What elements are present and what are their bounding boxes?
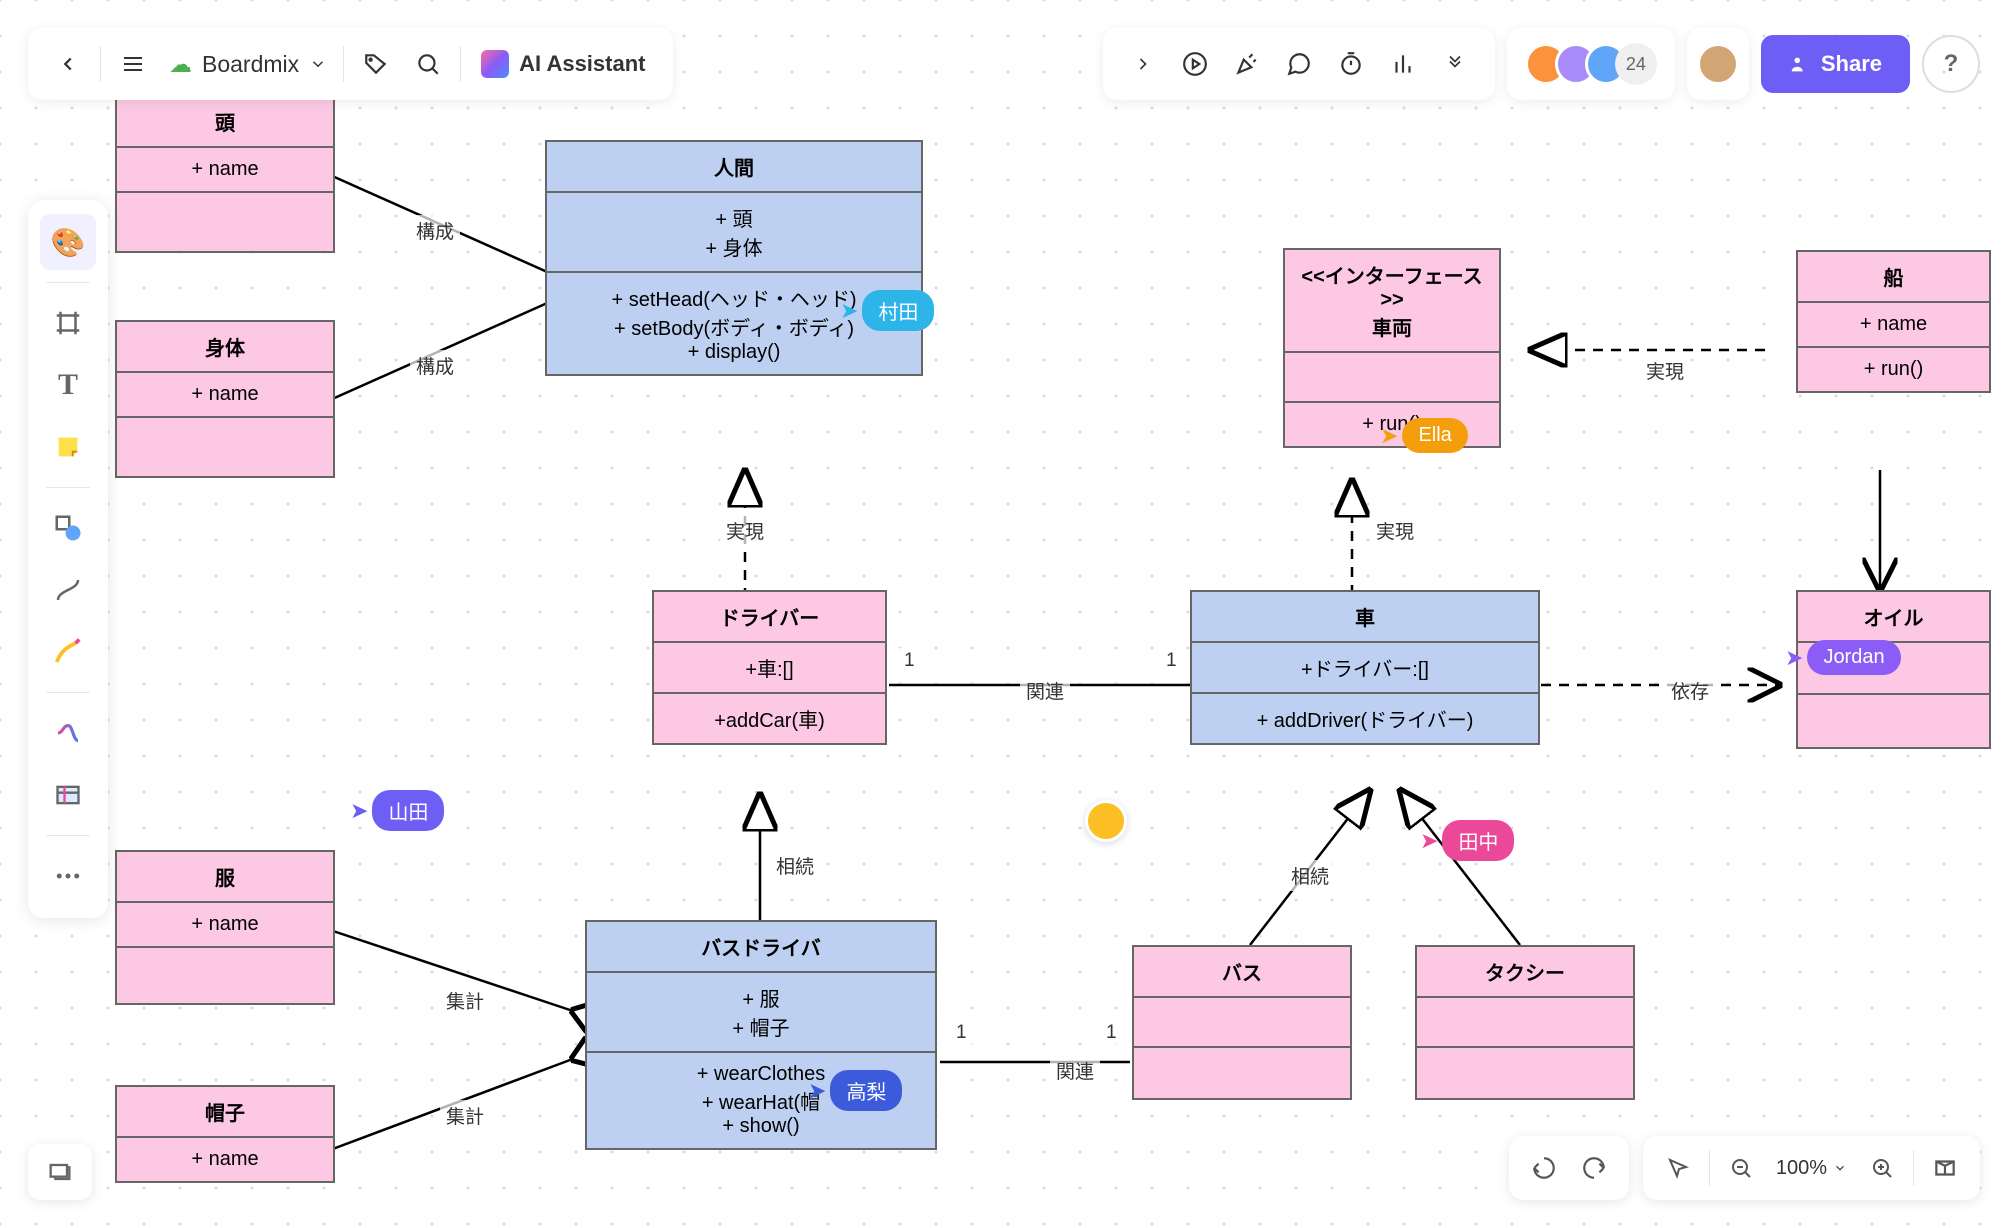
redo-button[interactable]: [1569, 1143, 1619, 1193]
uml-clothes[interactable]: 服 + name: [115, 850, 335, 1005]
ai-logo-icon: [481, 50, 509, 78]
connector-tool[interactable]: [40, 562, 96, 618]
floating-avatar: [1085, 800, 1127, 842]
comment-button[interactable]: [1273, 38, 1325, 90]
cursor-takanashi: ➤高梨: [808, 1070, 902, 1111]
cursor-jordan: ➤Jordan: [1785, 640, 1901, 675]
uml-title: 頭: [117, 97, 333, 148]
share-icon: [1789, 53, 1811, 75]
collaborators[interactable]: 24: [1525, 43, 1657, 85]
uml-driver[interactable]: ドライバー +車:[] +addCar(車): [652, 590, 887, 745]
frame-tool[interactable]: [40, 295, 96, 351]
bottombar: 100%: [1509, 1136, 1980, 1200]
current-user-avatar[interactable]: [1697, 43, 1739, 85]
confetti-button[interactable]: [1221, 38, 1273, 90]
more-tools-button[interactable]: [1429, 38, 1481, 90]
label-inherit: 相続: [770, 850, 820, 881]
label-depend: 依存: [1665, 675, 1715, 706]
uml-attr: + name: [117, 148, 333, 193]
text-tool[interactable]: T: [40, 357, 96, 413]
play-button[interactable]: [1169, 38, 1221, 90]
board-title[interactable]: ☁Boardmix: [159, 51, 337, 78]
zoom-level[interactable]: 100%: [1766, 1157, 1857, 1180]
chevron-down-icon: [309, 55, 327, 73]
cursor-ella: ➤Ella: [1380, 418, 1468, 453]
topbar: ☁Boardmix AI Assistant 24 Share ?: [28, 28, 1980, 100]
minimap-button[interactable]: [1920, 1143, 1970, 1193]
pen-tool[interactable]: [40, 624, 96, 680]
uml-body[interactable]: 身体 + name: [115, 320, 335, 478]
canvas[interactable]: 頭 + name 身体 + name 人間 + 頭 + 身体 + setHead…: [0, 0, 2008, 1228]
uml-hat[interactable]: 帽子 + name: [115, 1085, 335, 1183]
templates-tool[interactable]: 🎨: [40, 214, 96, 270]
timer-button[interactable]: [1325, 38, 1377, 90]
label-realize: 実現: [720, 515, 770, 546]
uml-busdriver[interactable]: バスドライバ + 服 + 帽子 + wearClothes + wearHat(…: [585, 920, 937, 1150]
collab-count: 24: [1615, 43, 1657, 85]
uml-ship[interactable]: 船 + name + run(): [1796, 250, 1991, 393]
search-button[interactable]: [402, 38, 454, 90]
more-button[interactable]: [40, 848, 96, 904]
help-button[interactable]: ?: [1922, 35, 1980, 93]
ai-assistant-button[interactable]: AI Assistant: [467, 38, 659, 90]
uml-car[interactable]: 車 +ドライバー:[] + addDriver(ドライバー): [1190, 590, 1540, 745]
tag-button[interactable]: [350, 38, 402, 90]
cursor-murata: ➤村田: [840, 290, 934, 331]
vote-button[interactable]: [1377, 38, 1429, 90]
cursor-tanaka: ➤田中: [1420, 820, 1514, 861]
chevron-down-icon: [1833, 1161, 1847, 1175]
zoom-in-button[interactable]: [1857, 1143, 1907, 1193]
uml-bus[interactable]: バス: [1132, 945, 1352, 1100]
sidebar: 🎨 T: [28, 200, 108, 918]
uml-head[interactable]: 頭 + name: [115, 95, 335, 253]
undo-button[interactable]: [1519, 1143, 1569, 1193]
layers-button[interactable]: [28, 1144, 92, 1200]
label-assoc: 関連: [1020, 675, 1070, 706]
mindmap-tool[interactable]: [40, 705, 96, 761]
share-button[interactable]: Share: [1761, 35, 1910, 93]
cursor-yamada: ➤山田: [350, 790, 444, 831]
zoom-out-button[interactable]: [1716, 1143, 1766, 1193]
menu-button[interactable]: [107, 38, 159, 90]
pointer-tool[interactable]: [1653, 1143, 1703, 1193]
table-tool[interactable]: [40, 767, 96, 823]
cloud-icon: ☁: [169, 51, 192, 78]
label-compose: 構成: [410, 215, 460, 246]
uml-taxi[interactable]: タクシー: [1415, 945, 1635, 1100]
expand-button[interactable]: [1117, 38, 1169, 90]
shape-tool[interactable]: [40, 500, 96, 556]
sticky-tool[interactable]: [40, 419, 96, 475]
uml-human[interactable]: 人間 + 頭 + 身体 + setHead(ヘッド・ヘッド) + setBody…: [545, 140, 923, 376]
label-aggregate: 集計: [440, 985, 490, 1016]
back-button[interactable]: [42, 38, 94, 90]
